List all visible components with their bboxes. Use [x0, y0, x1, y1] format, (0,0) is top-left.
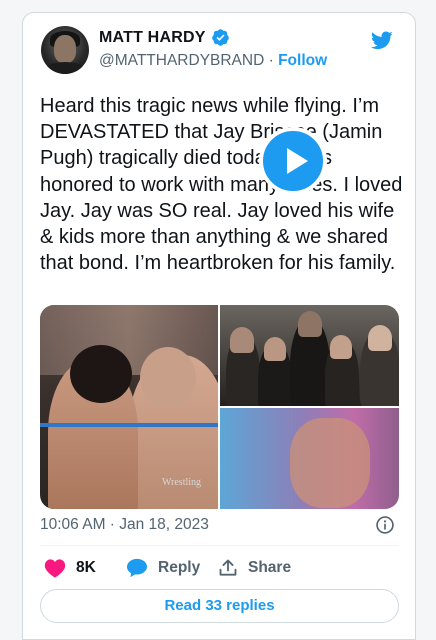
share-label: Share: [248, 559, 292, 576]
reply-button[interactable]: Reply: [126, 558, 200, 578]
divider: [40, 545, 399, 546]
author-handle[interactable]: @MATTHARDYBRAND: [99, 52, 264, 69]
media-photo-group[interactable]: [220, 305, 399, 406]
play-icon[interactable]: [259, 127, 327, 195]
author-name[interactable]: MATT HARDY: [99, 29, 206, 47]
media-video-thumbnail[interactable]: [220, 408, 399, 509]
tweet-text: Heard this tragic news while flying. I’m…: [40, 95, 403, 275]
tweet-timestamp[interactable]: 10:06 AM · Jan 18, 2023: [40, 516, 209, 534]
reply-bubble-icon: [127, 558, 147, 578]
author-name-row: MATT HARDY: [99, 28, 230, 47]
verified-badge-icon: [211, 29, 229, 46]
media-watermark: Wrestling: [162, 477, 202, 488]
info-icon[interactable]: [375, 515, 395, 535]
follow-button[interactable]: Follow: [278, 52, 327, 69]
action-bar: 8K Reply Share: [40, 558, 399, 580]
share-button[interactable]: Share: [218, 558, 291, 578]
media-photo-wrestlers[interactable]: Wrestling: [40, 305, 218, 509]
avatar[interactable]: [41, 26, 89, 74]
like-count: 8K: [76, 559, 96, 576]
like-button[interactable]: 8K: [44, 558, 96, 578]
reply-label: Reply: [158, 559, 201, 576]
heart-icon: [44, 559, 66, 578]
media-grid[interactable]: Wrestling: [40, 305, 399, 509]
twitter-bird-icon[interactable]: [369, 29, 395, 51]
author-handle-row: @MATTHARDYBRAND · Follow: [99, 52, 327, 70]
share-icon: [219, 559, 237, 576]
tweet-card: MATT HARDY @MATTHARDYBRAND · Follow Hear…: [22, 12, 416, 640]
separator-dot: ·: [268, 52, 274, 69]
read-replies-button[interactable]: Read 33 replies: [40, 589, 399, 623]
